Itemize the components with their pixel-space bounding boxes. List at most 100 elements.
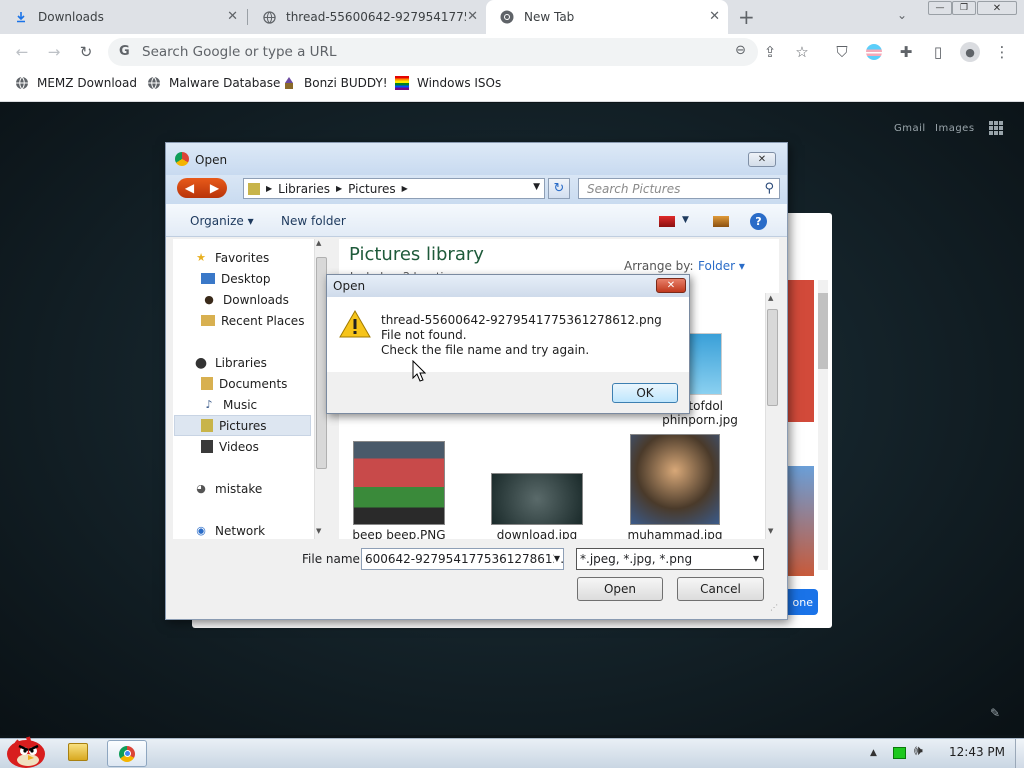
tray-expand-icon[interactable]: ▲ <box>870 748 877 758</box>
tab-thread[interactable]: thread-55600642-9279541775361 ✕ <box>248 0 486 34</box>
scrollbar-thumb[interactable] <box>818 293 828 369</box>
gmail-link[interactable]: Gmail <box>894 123 926 134</box>
minimize-button[interactable]: — <box>928 1 952 15</box>
file-name[interactable]: muhammad.jpg <box>615 528 735 539</box>
bookmark-bonzi-buddy[interactable]: Bonzi BUDDY! <box>282 76 388 90</box>
file-thumbnail[interactable] <box>353 441 445 525</box>
dropdown-arrow-icon[interactable]: ▼ <box>553 554 560 563</box>
dropdown-arrow-icon[interactable]: ▼ <box>533 182 540 192</box>
nav-mistake[interactable]: ◕ mistake <box>193 478 262 499</box>
nav-pictures[interactable]: Pictures <box>201 415 267 436</box>
nav-documents[interactable]: Documents <box>193 373 287 394</box>
bookmark-memz[interactable]: MEMZ Download <box>15 76 137 90</box>
error-dialog: Open ✕ thread-55600642-92795417753612786… <box>326 274 690 414</box>
zoom-icon[interactable]: ⊖ <box>735 43 746 58</box>
nav-downloads[interactable]: ● Downloads <box>193 289 304 310</box>
breadcrumb-libraries[interactable]: Libraries <box>278 182 330 196</box>
help-icon[interactable]: ? <box>750 213 767 230</box>
scroll-down-icon[interactable]: ▼ <box>768 527 773 535</box>
customize-pencil-icon[interactable]: ✎ <box>990 706 1000 720</box>
scrollbar-thumb[interactable] <box>767 309 778 406</box>
close-window-button[interactable]: ✕ <box>977 1 1017 15</box>
close-dialog-button[interactable]: ✕ <box>748 152 776 167</box>
breadcrumb[interactable]: ▶ Libraries ▶ Pictures ▶ ▼ <box>243 178 545 199</box>
back-arrow-icon[interactable]: ◀ <box>185 181 194 195</box>
extensions-puzzle-icon[interactable]: ✚ <box>896 42 916 62</box>
extension-flag-icon[interactable] <box>866 44 882 60</box>
close-tab-icon[interactable]: ✕ <box>709 9 720 24</box>
forward-arrow-icon[interactable]: ▶ <box>210 181 219 195</box>
omnibox[interactable]: G Search Google or type a URL ⊖ <box>108 38 758 66</box>
nav-network[interactable]: ◉ Network <box>193 520 265 541</box>
new-tab-button[interactable]: + <box>738 5 755 29</box>
scroll-up-icon[interactable]: ▲ <box>316 239 321 247</box>
file-thumbnail[interactable] <box>491 473 583 525</box>
nav-favorites[interactable]: ★ Favorites <box>193 247 304 268</box>
nav-label: Favorites <box>215 250 270 265</box>
open-button[interactable]: Open <box>577 577 663 601</box>
bookmark-star-icon[interactable]: ☆ <box>792 42 812 62</box>
error-dialog-titlebar[interactable]: Open ✕ <box>327 275 689 297</box>
dropdown-arrow-icon[interactable]: ▼ <box>753 554 759 563</box>
refresh-icon[interactable]: ↻ <box>548 178 570 199</box>
search-pictures-input[interactable]: Search Pictures ⚲ <box>578 178 780 199</box>
back-icon[interactable]: ← <box>12 42 32 62</box>
clock[interactable]: 12:43 PM <box>949 745 1005 759</box>
tab-new-tab[interactable]: New Tab ✕ <box>486 0 728 34</box>
tab-search-icon[interactable]: ⌄ <box>897 8 907 22</box>
volume-icon[interactable]: 🕪 <box>914 743 923 759</box>
nav-videos[interactable]: Videos <box>201 436 267 457</box>
ok-button[interactable]: OK <box>612 383 678 403</box>
nav-recent-places[interactable]: Recent Places <box>193 310 304 331</box>
network-tray-icon[interactable] <box>893 747 906 759</box>
close-tab-icon[interactable]: ✕ <box>227 9 238 24</box>
nav-libraries[interactable]: ● Libraries <box>193 352 287 373</box>
side-panel-icon[interactable]: ▯ <box>928 42 948 62</box>
scroll-down-icon[interactable]: ▼ <box>316 527 321 535</box>
cancel-button[interactable]: Cancel <box>677 577 764 601</box>
start-angry-bird-icon[interactable] <box>4 733 48 768</box>
bookmark-windows-isos[interactable]: Windows ISOs <box>395 76 501 90</box>
file-thumbnail[interactable] <box>630 434 720 525</box>
resize-grip-icon[interactable]: ⋰ <box>770 603 778 612</box>
restore-button[interactable]: ❐ <box>952 1 976 15</box>
file-name[interactable]: beep beep.PNG <box>339 528 459 539</box>
tab-downloads[interactable]: Downloads ✕ <box>0 0 246 34</box>
dialog-titlebar[interactable]: Open ✕ <box>166 143 787 175</box>
profile-avatar-icon[interactable]: ● <box>960 42 980 62</box>
show-desktop-button[interactable] <box>1015 739 1024 768</box>
new-folder-button[interactable]: New folder <box>281 214 346 228</box>
search-icon[interactable]: ⚲ <box>764 181 774 196</box>
preview-pane-icon[interactable] <box>713 216 729 227</box>
back-forward-buttons[interactable]: ◀ ▶ <box>177 178 227 198</box>
view-options-icon[interactable] <box>659 216 675 227</box>
ublock-icon[interactable]: ⛉ <box>832 42 852 62</box>
share-icon[interactable]: ⇪ <box>760 42 780 62</box>
explorer-folder-icon[interactable] <box>68 743 88 761</box>
library-title: Pictures library <box>349 244 484 265</box>
file-name[interactable]: download.jpg <box>477 528 597 539</box>
nav-label: Network <box>215 523 266 538</box>
images-link[interactable]: Images <box>935 123 975 134</box>
view-dropdown-icon[interactable]: ▼ <box>682 215 689 225</box>
organize-button[interactable]: Organize ▾ <box>190 214 254 228</box>
chrome-icon <box>500 10 514 24</box>
reload-icon[interactable]: ↻ <box>76 42 96 62</box>
scroll-up-icon[interactable]: ▲ <box>768 294 773 302</box>
nav-desktop[interactable]: Desktop <box>193 268 304 289</box>
file-name-input[interactable]: 600642-9279541775361278612.png ▼ <box>361 548 564 570</box>
arrange-by-dropdown[interactable]: Folder ▾ <box>698 259 745 273</box>
bookmark-malware-database[interactable]: Malware Database <box>147 76 280 90</box>
download-icon <box>14 10 28 24</box>
forward-icon[interactable]: → <box>44 42 64 62</box>
taskbar-chrome-button[interactable] <box>107 740 147 767</box>
nav-label: Downloads <box>223 292 289 307</box>
content-scrollbar[interactable]: ▲ ▼ <box>765 293 779 539</box>
close-tab-icon[interactable]: ✕ <box>467 9 478 24</box>
file-type-select[interactable]: *.jpeg, *.jpg, *.png ▼ <box>576 548 764 570</box>
close-error-button[interactable]: ✕ <box>656 278 686 293</box>
nav-music[interactable]: ♪ Music <box>193 394 287 415</box>
menu-kebab-icon[interactable]: ⋮ <box>992 42 1012 62</box>
breadcrumb-pictures[interactable]: Pictures <box>348 182 396 196</box>
apps-grid-icon[interactable] <box>989 121 1003 135</box>
